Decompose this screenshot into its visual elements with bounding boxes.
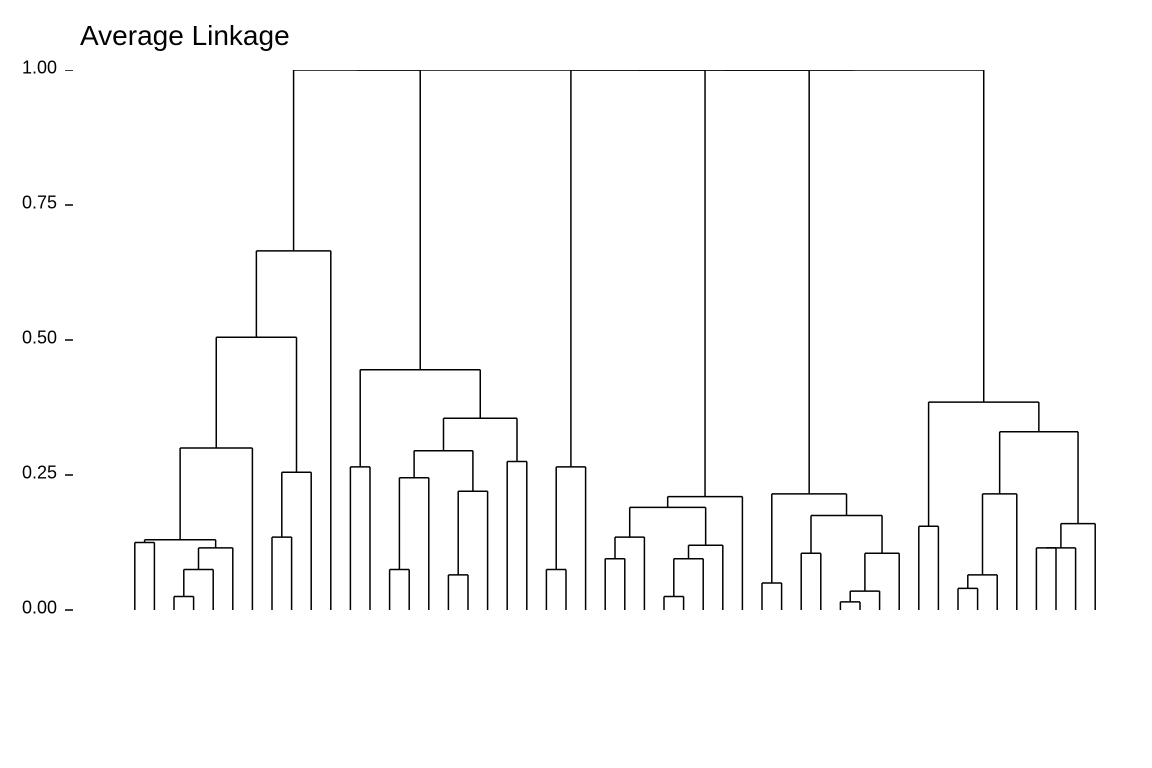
y-tick-0: 0.00 [7,598,57,619]
dendrogram-svg [65,70,1125,670]
y-tick-3: 0.75 [7,193,57,214]
chart-title: Average Linkage [80,20,290,52]
y-tick-4: 1.00 [7,58,57,79]
y-tick-1: 0.25 [7,463,57,484]
dendrogram-chart: Average Linkage 0.00 0.25 0.50 0.75 1.00 [0,0,1152,768]
y-tick-2: 0.50 [7,328,57,349]
